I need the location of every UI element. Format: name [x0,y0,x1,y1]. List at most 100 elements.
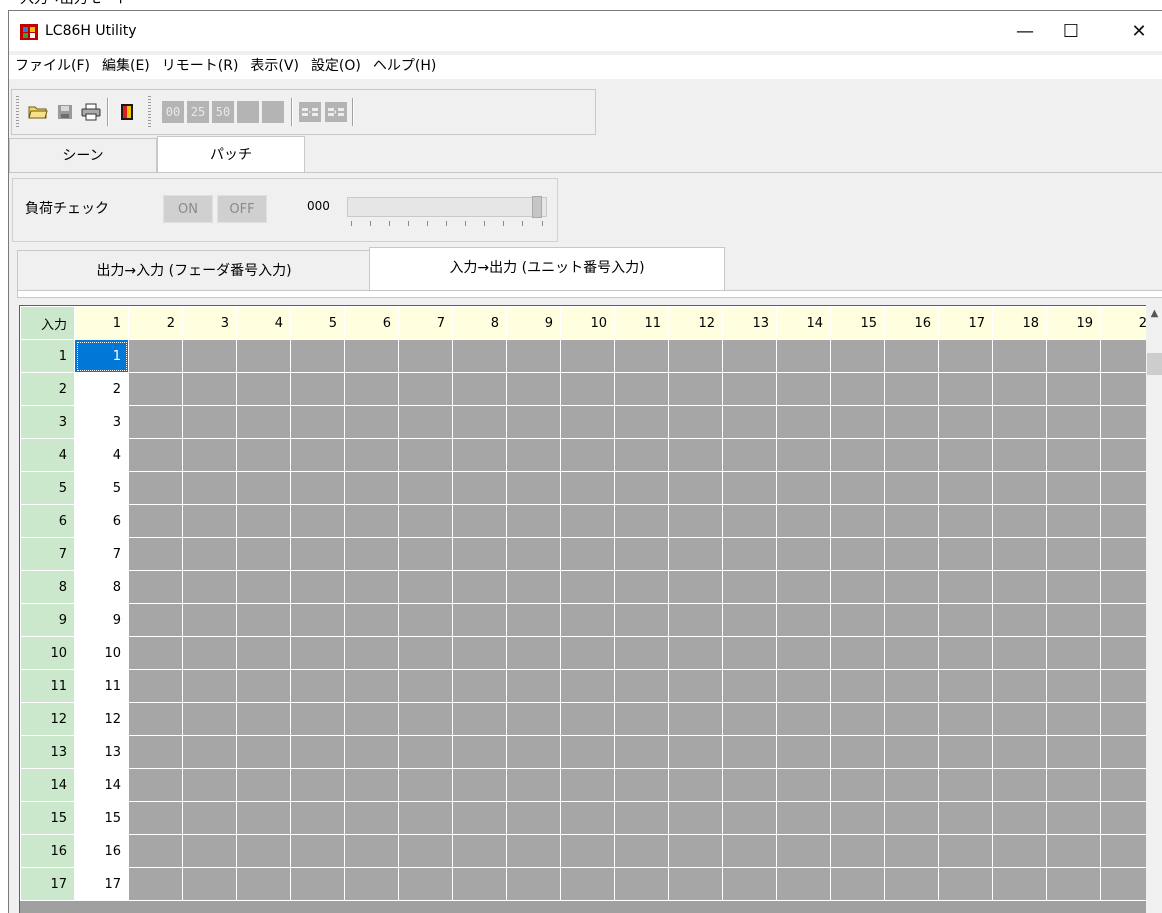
disabled-cell[interactable] [1046,339,1101,373]
disabled-cell[interactable] [182,768,237,802]
disabled-cell[interactable] [938,372,993,406]
disabled-cell[interactable] [992,372,1047,406]
disabled-cell[interactable] [776,669,831,703]
disabled-cell[interactable] [560,372,615,406]
output-cell[interactable]: 4 [74,438,129,472]
disabled-cell[interactable] [236,339,291,373]
print-icon[interactable] [79,101,103,123]
disabled-cell[interactable] [722,438,777,472]
disabled-cell[interactable] [776,405,831,439]
disabled-cell[interactable] [830,405,885,439]
load-off-button[interactable]: OFF [217,195,267,223]
disabled-cell[interactable] [290,834,345,868]
disabled-cell[interactable] [668,339,723,373]
scroll-up-icon[interactable]: ▲ [1146,305,1162,322]
level-75-button[interactable] [237,101,259,123]
disabled-cell[interactable] [236,735,291,769]
disabled-cell[interactable] [560,801,615,835]
disabled-cell[interactable] [722,636,777,670]
disabled-cell[interactable] [722,867,777,901]
disabled-cell[interactable] [290,372,345,406]
disabled-cell[interactable] [668,537,723,571]
output-cell[interactable]: 15 [74,801,129,835]
disabled-cell[interactable] [506,735,561,769]
disabled-cell[interactable] [344,438,399,472]
disabled-cell[interactable] [290,636,345,670]
disabled-cell[interactable] [1046,504,1101,538]
disabled-cell[interactable] [560,405,615,439]
disabled-cell[interactable] [452,669,507,703]
disabled-cell[interactable] [884,834,939,868]
disabled-cell[interactable] [668,405,723,439]
disabled-cell[interactable] [398,537,453,571]
disabled-cell[interactable] [722,504,777,538]
disabled-cell[interactable] [614,834,669,868]
disabled-cell[interactable] [182,603,237,637]
disabled-cell[interactable] [884,471,939,505]
disabled-cell[interactable] [992,702,1047,736]
disabled-cell[interactable] [398,405,453,439]
disabled-cell[interactable] [398,636,453,670]
disabled-cell[interactable] [452,570,507,604]
disabled-cell[interactable] [830,834,885,868]
disabled-cell[interactable] [506,537,561,571]
disabled-cell[interactable] [614,471,669,505]
disabled-cell[interactable] [1046,669,1101,703]
disabled-cell[interactable] [344,702,399,736]
disabled-cell[interactable] [884,504,939,538]
exit-door-icon[interactable] [115,101,139,123]
disabled-cell[interactable] [128,504,183,538]
disabled-cell[interactable] [452,372,507,406]
menu-settings[interactable]: 設定(O) [305,55,367,79]
disabled-cell[interactable] [884,702,939,736]
output-cell[interactable]: 3 [74,405,129,439]
disabled-cell[interactable] [992,768,1047,802]
disabled-cell[interactable] [128,438,183,472]
disabled-cell[interactable] [452,537,507,571]
disabled-cell[interactable] [722,570,777,604]
disabled-cell[interactable] [830,669,885,703]
disabled-cell[interactable] [1046,735,1101,769]
disabled-cell[interactable] [668,438,723,472]
disabled-cell[interactable] [128,867,183,901]
maximize-button[interactable]: ☐ [1048,11,1094,51]
disabled-cell[interactable] [938,834,993,868]
disabled-cell[interactable] [938,669,993,703]
disabled-cell[interactable] [614,537,669,571]
disabled-cell[interactable] [884,801,939,835]
disabled-cell[interactable] [182,570,237,604]
disabled-cell[interactable] [776,702,831,736]
disabled-cell[interactable] [128,471,183,505]
disabled-cell[interactable] [830,768,885,802]
disabled-cell[interactable] [776,603,831,637]
disabled-cell[interactable] [614,339,669,373]
disabled-cell[interactable] [560,636,615,670]
disabled-cell[interactable] [830,867,885,901]
level-50-button[interactable]: 50 [212,101,234,123]
disabled-cell[interactable] [506,372,561,406]
disabled-cell[interactable] [344,669,399,703]
disabled-cell[interactable] [182,636,237,670]
disabled-cell[interactable] [776,834,831,868]
disabled-cell[interactable] [668,669,723,703]
patch-expand-icon[interactable] [298,101,322,123]
disabled-cell[interactable] [722,768,777,802]
disabled-cell[interactable] [290,570,345,604]
disabled-cell[interactable] [722,603,777,637]
disabled-cell[interactable] [452,735,507,769]
disabled-cell[interactable] [992,471,1047,505]
disabled-cell[interactable] [776,636,831,670]
disabled-cell[interactable] [992,570,1047,604]
disabled-cell[interactable] [1046,801,1101,835]
tab-input-to-output[interactable]: 入力→出力 (ユニット番号入力) [369,247,725,290]
disabled-cell[interactable] [776,768,831,802]
disabled-cell[interactable] [992,603,1047,637]
disabled-cell[interactable] [668,570,723,604]
disabled-cell[interactable] [938,636,993,670]
disabled-cell[interactable] [938,603,993,637]
output-cell[interactable]: 8 [74,570,129,604]
disabled-cell[interactable] [506,768,561,802]
disabled-cell[interactable] [506,867,561,901]
disabled-cell[interactable] [452,702,507,736]
tab-patch[interactable]: パッチ [157,136,305,172]
